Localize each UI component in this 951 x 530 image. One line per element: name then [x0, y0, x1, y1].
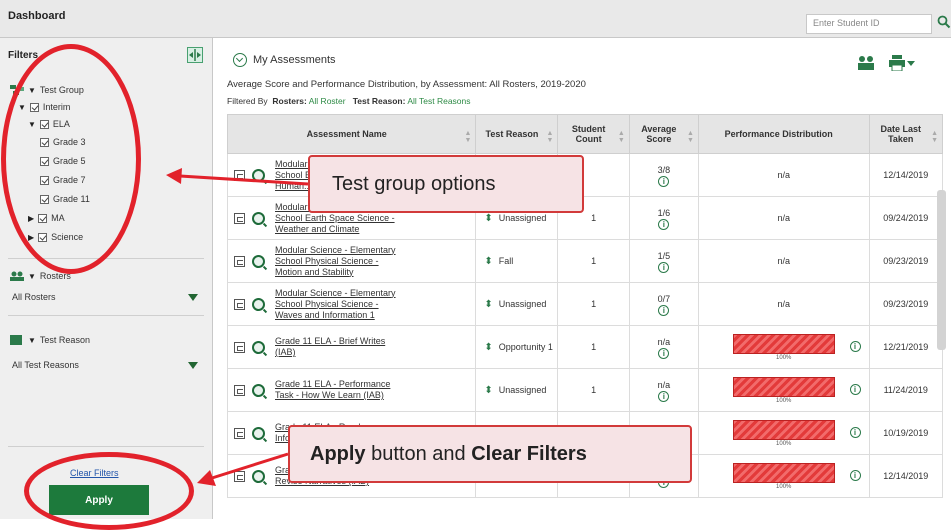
callout-apply: Apply button and Clear Filters [288, 425, 692, 483]
callout-bold: Clear Filters [471, 442, 587, 465]
callout-test-group: Test group options [308, 155, 584, 213]
callout-bold: Apply [310, 442, 366, 465]
callout-text: button and [365, 442, 472, 465]
callout-text: Test group options [332, 172, 496, 195]
